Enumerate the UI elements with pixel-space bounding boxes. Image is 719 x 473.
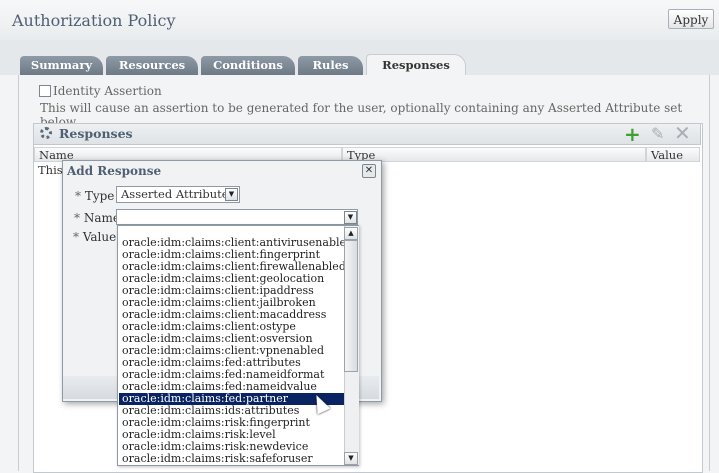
value-label-text: Value	[82, 230, 117, 244]
type-field-label: * Type	[75, 189, 114, 203]
column-header-type[interactable]: Type	[342, 147, 646, 162]
scroll-up-icon[interactable]: ▲	[344, 227, 358, 240]
tab-rules[interactable]: Rules	[298, 56, 363, 75]
dialog-title: Add Response	[67, 164, 162, 178]
name-label-text: Name	[83, 211, 120, 225]
type-dropdown-chevron-icon[interactable]: ▼	[225, 188, 238, 201]
type-select-value: Asserted Attribute	[121, 187, 229, 201]
value-field-label: * Value	[73, 230, 116, 244]
apply-button[interactable]: Apply	[668, 9, 714, 29]
column-header-value[interactable]: Value	[646, 147, 700, 162]
tab-summary[interactable]: Summary	[20, 56, 103, 75]
responses-header	[33, 123, 701, 145]
required-marker: *	[74, 211, 80, 225]
gear-icon	[40, 127, 52, 139]
name-dropdown-chevron-icon[interactable]: ▼	[344, 211, 357, 224]
required-marker: *	[75, 189, 81, 203]
edit-icon[interactable]: ✎	[651, 125, 664, 143]
name-option[interactable]: oracle:idm:claims:risk:safeforuser	[119, 453, 344, 465]
type-label-text: Type	[84, 189, 115, 203]
add-icon[interactable]: +	[624, 124, 641, 144]
close-icon[interactable]: ✕	[362, 164, 376, 178]
tab-responses[interactable]: Responses	[366, 54, 466, 75]
responses-title: Responses	[59, 126, 133, 141]
page-title: Authorization Policy	[12, 11, 176, 30]
delete-icon[interactable]: ✕	[674, 123, 691, 143]
scrollbar-thumb[interactable]	[344, 240, 358, 372]
tab-resources[interactable]: Resources	[106, 56, 198, 75]
identity-assertion-label: Identity Assertion	[53, 84, 162, 98]
identity-assertion-checkbox[interactable]	[39, 85, 51, 97]
scroll-down-icon[interactable]: ▼	[344, 452, 358, 465]
name-field-label: * Name	[74, 211, 120, 225]
tab-conditions[interactable]: Conditions	[201, 56, 295, 75]
required-marker: *	[73, 230, 79, 244]
name-select[interactable]	[116, 209, 358, 225]
page-header: Authorization Policy Apply	[0, 0, 719, 41]
table-row-text: This	[38, 163, 63, 177]
type-select[interactable]: Asserted Attribute	[116, 186, 240, 203]
